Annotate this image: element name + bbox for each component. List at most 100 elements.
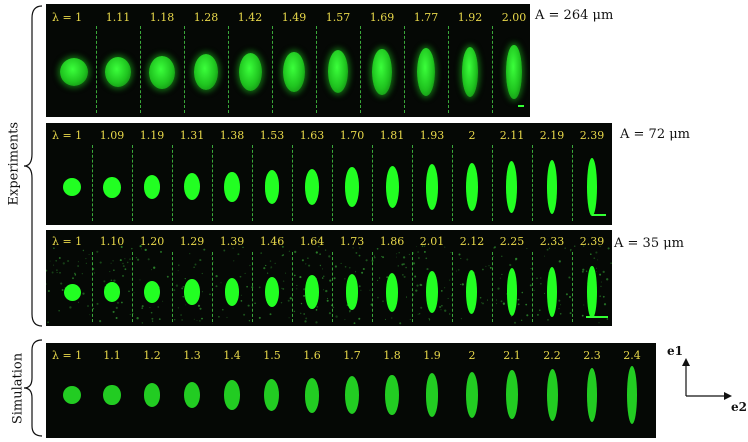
cell-shape: [506, 161, 518, 213]
simulation-label: Simulation: [10, 352, 26, 425]
stretch-ratio-label: 2: [468, 349, 476, 362]
stretch-ratio-label: 1.9: [423, 349, 441, 362]
stretch-ratio-label: 1.46: [259, 235, 285, 248]
cell-shape: [385, 272, 399, 312]
cell-shape: [264, 170, 280, 204]
cell-shape: [425, 164, 439, 210]
stretch-ratio-label: 1.19: [139, 129, 165, 142]
stretch-ratio-label: 2.3: [583, 349, 601, 362]
cell-shape: [149, 55, 175, 89]
area-label-a72: A = 72 μm: [620, 127, 690, 142]
frame-divider: [448, 26, 449, 113]
stretch-ratio-label: 1.39: [219, 235, 245, 248]
stretch-ratio-label: 2.33: [539, 235, 565, 248]
cell-shape: [547, 267, 557, 317]
frame-divider: [332, 145, 333, 221]
stretch-ratio-label: 1.77: [413, 11, 439, 24]
stretch-ratio-label: 1.5: [263, 349, 281, 362]
axis-label-e2: e2: [731, 400, 747, 414]
stretch-ratio-label: 1.2: [143, 349, 161, 362]
frame-divider: [316, 26, 317, 113]
panel-a35: λ = 1 1.10 1.20 1.29 1.39 1.46 1.64 1.73 1.86 2.0…: [46, 230, 612, 326]
cell-shape: [63, 178, 81, 196]
stretch-ratio-label: 1.3: [183, 349, 201, 362]
stretch-ratio-label: 1.57: [325, 11, 351, 24]
frame-divider: [212, 252, 213, 322]
stretch-ratio-label: 1.1: [103, 349, 121, 362]
panel-simulation: λ = 1 1.1 1.2 1.3 1.4 1.5 1.6 1.7 1.8 1.9 2 2.1 2.2 2…: [46, 343, 656, 438]
cell-shape: [63, 386, 81, 404]
stretch-ratio-label: 2.11: [499, 129, 525, 142]
stretch-ratio-label: 2.01: [419, 235, 445, 248]
cell-shape: [417, 47, 435, 97]
cell-shape: [305, 275, 319, 309]
frame-divider: [452, 252, 453, 322]
frame-divider: [412, 145, 413, 221]
stretch-ratio-label: λ = 1: [52, 129, 83, 142]
stretch-ratio-label: 1.10: [99, 235, 125, 248]
frame-divider: [292, 252, 293, 322]
stretch-ratio-label: 2.19: [539, 129, 565, 142]
cell-shape: [465, 371, 479, 419]
cell-shape: [193, 54, 219, 90]
cell-shape: [345, 167, 359, 207]
cell-shape: [184, 279, 200, 305]
area-label-a35: A = 35 μm: [614, 236, 684, 251]
frame-divider: [404, 26, 405, 113]
stretch-ratio-label: 1.38: [219, 129, 245, 142]
stretch-ratio-label: 1.73: [339, 235, 365, 248]
cell-shape: [385, 374, 399, 416]
stretch-ratio-label: 1.09: [99, 129, 125, 142]
cell-shape: [143, 383, 161, 407]
stretch-ratio-label: 2.00: [501, 11, 527, 24]
stretch-ratio-label: 2.25: [499, 235, 525, 248]
frame-divider: [572, 252, 573, 322]
stretch-ratio-label: 1.18: [149, 11, 175, 24]
panel-a264: λ = 1 1.11 1.18 1.28 1.42 1.49 1.57 1.69 1.77 1.9…: [46, 4, 530, 117]
stretch-ratio-label: 1.4: [223, 349, 241, 362]
stretch-ratio-label: 2.12: [459, 235, 485, 248]
stretch-ratio-label: λ = 1: [52, 235, 83, 248]
stretch-ratio-label: 1.70: [339, 129, 365, 142]
cell-shape: [506, 45, 522, 99]
cell-shape: [546, 159, 558, 215]
frame-divider: [228, 26, 229, 113]
cell-shape: [183, 381, 201, 409]
axis-label-e1: e1: [667, 344, 683, 358]
stretch-ratio-label: 1.8: [383, 349, 401, 362]
cell-shape: [183, 173, 200, 201]
stretch-ratio-label: 2.4: [623, 349, 641, 362]
stretch-ratio-label: 1.6: [303, 349, 321, 362]
frame-divider: [452, 145, 453, 221]
stretch-ratio-label: 2.2: [543, 349, 561, 362]
frame-divider: [492, 252, 493, 322]
cell-shape: [627, 366, 637, 424]
cell-shape: [63, 283, 81, 301]
stretch-ratio-label: 1.20: [139, 235, 165, 248]
stretch-ratio-label: λ = 1: [52, 349, 83, 362]
frame-divider: [252, 145, 253, 221]
frame-divider: [140, 26, 141, 113]
cell-shape: [426, 271, 438, 313]
frame-divider: [492, 145, 493, 221]
cell-shape: [283, 51, 305, 93]
cell-shape: [103, 176, 121, 198]
frame-divider: [96, 26, 97, 113]
stretch-ratio-label: 1.69: [369, 11, 395, 24]
cell-shape: [372, 49, 392, 95]
cell-shape: [224, 278, 240, 306]
cell-shape: [304, 377, 320, 413]
stretch-ratio-label: 1.42: [237, 11, 263, 24]
panel-a72: λ = 1 1.09 1.19 1.31 1.38 1.53 1.63 1.70 1.81 1.9…: [46, 123, 612, 225]
experiments-label: Experiments: [6, 122, 22, 206]
experiments-brace: [23, 5, 43, 327]
cell-shape: [587, 265, 597, 319]
frame-divider: [360, 26, 361, 113]
frame-divider: [412, 252, 413, 322]
frame-divider: [172, 252, 173, 322]
frame-divider: [332, 252, 333, 322]
scale-bar: [592, 214, 606, 216]
stretch-ratio-label: 2.39: [579, 129, 605, 142]
stretch-ratio-label: 1.81: [379, 129, 405, 142]
cell-shape: [304, 168, 320, 206]
